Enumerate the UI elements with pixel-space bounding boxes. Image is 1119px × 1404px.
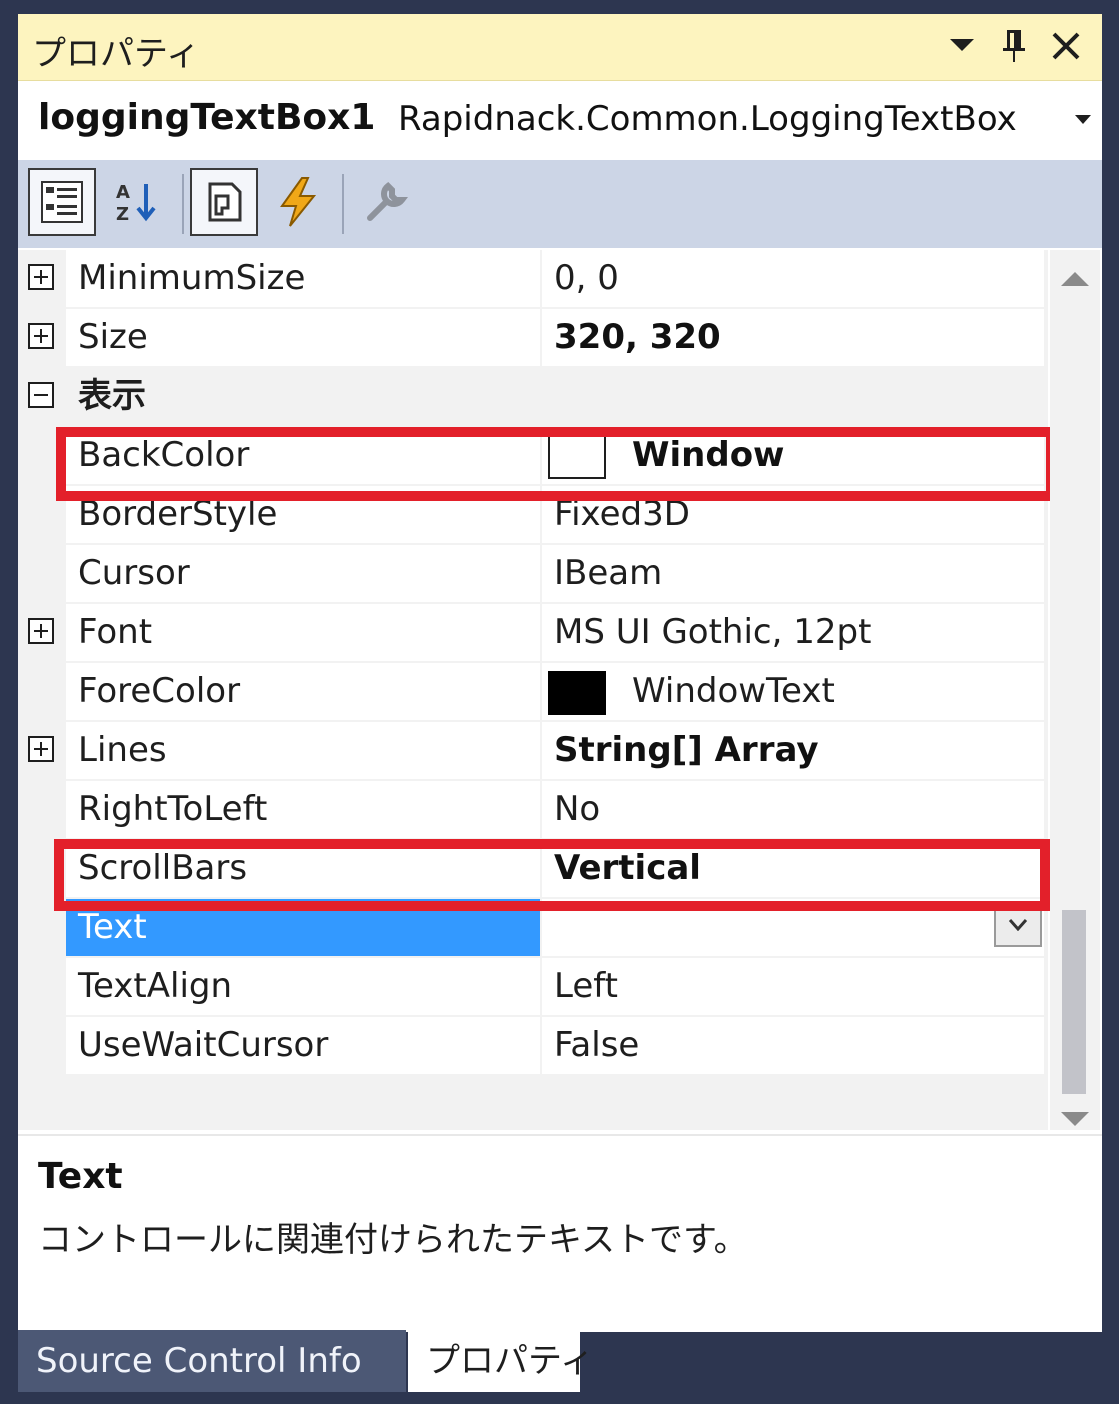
window-position-dropdown-icon[interactable] — [942, 24, 982, 68]
description-title: Text — [38, 1156, 123, 1197]
toolbar-separator — [342, 174, 344, 234]
property-name: Size — [66, 309, 540, 366]
collapse-icon[interactable] — [28, 382, 54, 408]
expand-icon[interactable] — [28, 736, 54, 762]
property-name: Cursor — [66, 545, 540, 602]
properties-toolbar: A Z — [18, 160, 1102, 248]
property-row-minimumsize[interactable]: MinimumSize 0, 0 — [18, 250, 1044, 309]
scrollbar-thumb[interactable] — [1062, 910, 1086, 1094]
object-selector[interactable]: loggingTextBox1 Rapidnack.Common.Logging… — [18, 81, 1102, 157]
description-pane: Text コントロールに関連付けられたテキストです。 — [18, 1134, 1102, 1332]
categorized-icon[interactable] — [28, 168, 96, 236]
property-value[interactable]: 0, 0 — [542, 250, 1044, 307]
property-value[interactable]: MS UI Gothic, 12pt — [542, 604, 1044, 661]
svg-text:Z: Z — [116, 204, 129, 225]
description-text: コントロールに関連付けられたテキストです。 — [38, 1220, 748, 1260]
scrollbars-highlight-box — [54, 839, 1050, 911]
property-name: MinimumSize — [66, 250, 540, 307]
property-value[interactable]: Left — [542, 958, 1044, 1015]
expand-icon[interactable] — [28, 323, 54, 349]
property-row-font[interactable]: Font MS UI Gothic, 12pt — [18, 604, 1044, 663]
pin-icon[interactable] — [994, 24, 1034, 68]
color-swatch — [548, 670, 606, 715]
events-icon[interactable] — [264, 168, 332, 236]
object-name: loggingTextBox1 — [38, 97, 376, 138]
category-row-display[interactable]: 表示 — [18, 368, 1044, 427]
toolbar-separator — [182, 174, 184, 234]
object-type: Rapidnack.Common.LoggingTextBox — [398, 99, 1017, 139]
category-name: 表示 — [66, 368, 540, 425]
property-value[interactable]: False — [542, 1017, 1044, 1074]
panel-title-bar[interactable]: プロパティ — [18, 14, 1102, 81]
object-dropdown-icon[interactable] — [1068, 103, 1098, 137]
expand-icon[interactable] — [28, 264, 54, 290]
property-row-size[interactable]: Size 320, 320 — [18, 309, 1044, 368]
expand-icon[interactable] — [28, 618, 54, 644]
property-name: Lines — [66, 722, 540, 779]
property-grid: MinimumSize 0, 0 Size 320, 320 表示 BackCo… — [18, 250, 1056, 1130]
property-row-forecolor[interactable]: ForeColor WindowText — [18, 663, 1044, 722]
property-row-textalign[interactable]: TextAlign Left — [18, 958, 1044, 1017]
vertical-scrollbar[interactable] — [1050, 250, 1100, 1130]
panel-title: プロパティ — [32, 34, 200, 74]
property-row-lines[interactable]: Lines String[] Array — [18, 722, 1044, 781]
property-row-usewaitcursor[interactable]: UseWaitCursor False — [18, 1017, 1044, 1076]
property-value[interactable]: No — [542, 781, 1044, 838]
scroll-up-icon[interactable] — [1050, 254, 1100, 304]
property-pages-icon[interactable] — [352, 168, 420, 236]
property-name: Font — [66, 604, 540, 661]
tab-source-control-info[interactable]: Source Control Info — [18, 1330, 406, 1392]
property-value[interactable]: IBeam — [542, 545, 1044, 602]
close-icon[interactable] — [1046, 24, 1086, 68]
property-name: UseWaitCursor — [66, 1017, 540, 1074]
property-row-cursor[interactable]: Cursor IBeam — [18, 545, 1044, 604]
property-name: RightToLeft — [66, 781, 540, 838]
property-value[interactable]: String[] Array — [542, 722, 1044, 779]
property-value[interactable]: 320, 320 — [542, 309, 1044, 366]
property-value[interactable]: WindowText — [542, 663, 1044, 720]
property-row-righttoleft[interactable]: RightToLeft No — [18, 781, 1044, 840]
tab-properties[interactable]: プロパティ — [408, 1330, 594, 1392]
properties-icon[interactable] — [190, 168, 258, 236]
svg-text:A: A — [116, 182, 130, 203]
property-name: ForeColor — [66, 663, 540, 720]
property-value-text: WindowText — [632, 671, 835, 711]
properties-window: プロパティ loggingTextBox1 Rapidnack.Common.L… — [18, 14, 1102, 1332]
property-name: TextAlign — [66, 958, 540, 1015]
alphabetical-icon[interactable]: A Z — [104, 168, 172, 236]
backcolor-highlight-box — [56, 427, 1056, 501]
